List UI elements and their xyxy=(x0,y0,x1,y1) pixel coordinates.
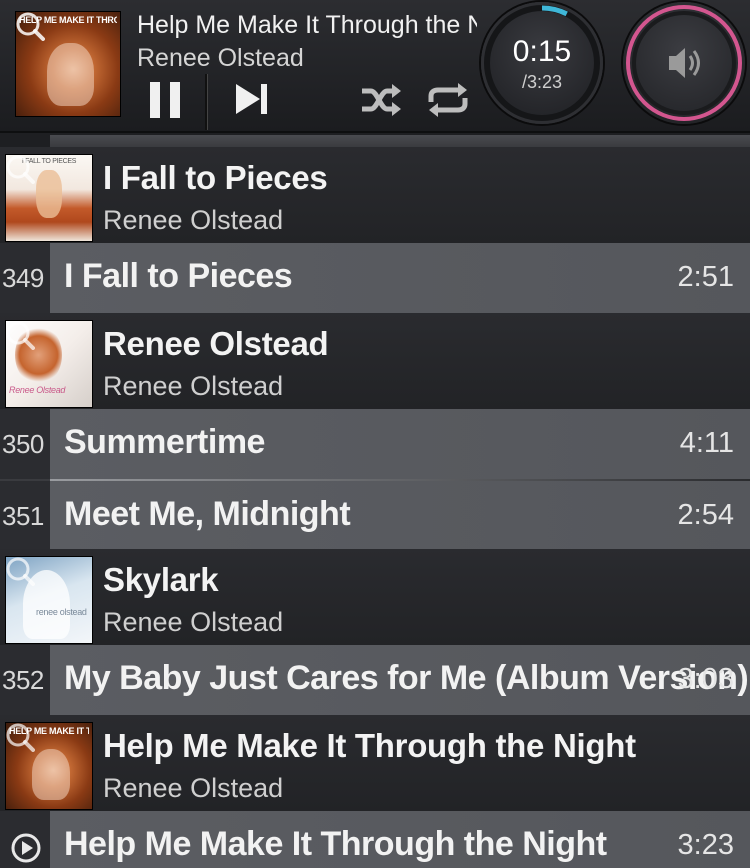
album-title: Help Me Make It Through the Night xyxy=(103,727,636,764)
track-row-now-playing[interactable]: Help Me Make It Through the Night 3:23 xyxy=(0,811,750,868)
search-icon[interactable] xyxy=(3,152,39,188)
track-row[interactable]: 352 My Baby Just Cares for Me (Album Ver… xyxy=(0,645,750,715)
album-thumbnail[interactable]: I FALL TO PIECES xyxy=(6,155,92,241)
track-number: 349 xyxy=(2,263,44,293)
now-playing-bar: HELP ME MAKE IT THROUGH THE NIGHT Help M… xyxy=(0,0,750,133)
album-art-text: renee olstead xyxy=(36,607,87,617)
track-number: 352 xyxy=(2,665,44,695)
track-duration: 4:11 xyxy=(679,427,734,459)
album-art-text: Renee Olstead xyxy=(9,385,66,395)
track-row[interactable]: 350 Summertime 4:11 xyxy=(0,409,750,479)
album-artist: Renee Olstead xyxy=(103,205,284,235)
album-header[interactable]: HELP ME MAKE IT THROUGH THE NIGHT Help M… xyxy=(0,715,750,811)
album-artist: Renee Olstead xyxy=(103,607,284,637)
track-title: My Baby Just Cares for Me (Album Version… xyxy=(64,659,749,697)
track-number: 350 xyxy=(2,429,44,459)
now-playing-artist: Renee Olstead xyxy=(137,44,304,72)
search-icon[interactable] xyxy=(3,720,39,756)
track-duration: 3:23 xyxy=(677,829,734,861)
repeat-icon[interactable] xyxy=(425,82,471,118)
volume-dial[interactable] xyxy=(623,2,745,124)
album-thumbnail[interactable]: Renee Olstead xyxy=(6,321,92,407)
album-header[interactable]: Renee Olstead Renee Olstead Renee Olstea… xyxy=(0,313,750,409)
skip-next-icon[interactable] xyxy=(234,82,270,116)
track-title: Summertime xyxy=(64,423,265,461)
album-thumbnail[interactable]: renee olstead xyxy=(6,557,92,643)
progress-dial[interactable]: 0:15 /3:23 xyxy=(481,2,603,124)
now-playing-title: Help Me Make It Through the N… xyxy=(137,11,477,39)
play-circle-icon xyxy=(11,833,41,863)
track-title: Meet Me, Midnight xyxy=(64,495,351,533)
current-time: 0:15 xyxy=(512,35,572,68)
list-top-shade xyxy=(50,135,750,147)
search-icon[interactable] xyxy=(13,9,49,45)
pause-icon[interactable] xyxy=(148,80,182,120)
album-title: Skylark xyxy=(103,561,219,598)
album-title: Renee Olstead xyxy=(103,325,329,362)
control-divider xyxy=(205,74,207,130)
track-row[interactable]: 351 Meet Me, Midnight 2:54 xyxy=(0,479,750,549)
track-title: I Fall to Pieces xyxy=(64,257,293,295)
search-icon[interactable] xyxy=(3,554,39,590)
shuffle-icon[interactable] xyxy=(359,82,403,118)
track-number: 351 xyxy=(2,501,44,531)
search-icon[interactable] xyxy=(3,318,39,354)
total-time: /3:23 xyxy=(521,72,563,92)
album-title: I Fall to Pieces xyxy=(103,159,328,196)
album-artist: Renee Olstead xyxy=(103,773,284,803)
volume-icon xyxy=(669,48,700,78)
track-duration: 3:03 xyxy=(677,663,734,695)
album-artist: Renee Olstead xyxy=(103,371,284,401)
album-header[interactable]: renee olstead Skylark Renee Olstead xyxy=(0,549,750,645)
album-thumbnail[interactable]: HELP ME MAKE IT THROUGH THE NIGHT xyxy=(6,723,92,809)
now-playing-album-art[interactable]: HELP ME MAKE IT THROUGH THE NIGHT xyxy=(16,12,120,116)
album-header[interactable]: I FALL TO PIECES I Fall to Pieces Renee … xyxy=(0,147,750,243)
track-row[interactable]: 349 I Fall to Pieces 2:51 xyxy=(0,243,750,313)
track-duration: 2:51 xyxy=(677,261,734,293)
track-duration: 2:54 xyxy=(677,499,734,531)
track-title: Help Me Make It Through the Night xyxy=(64,825,607,863)
